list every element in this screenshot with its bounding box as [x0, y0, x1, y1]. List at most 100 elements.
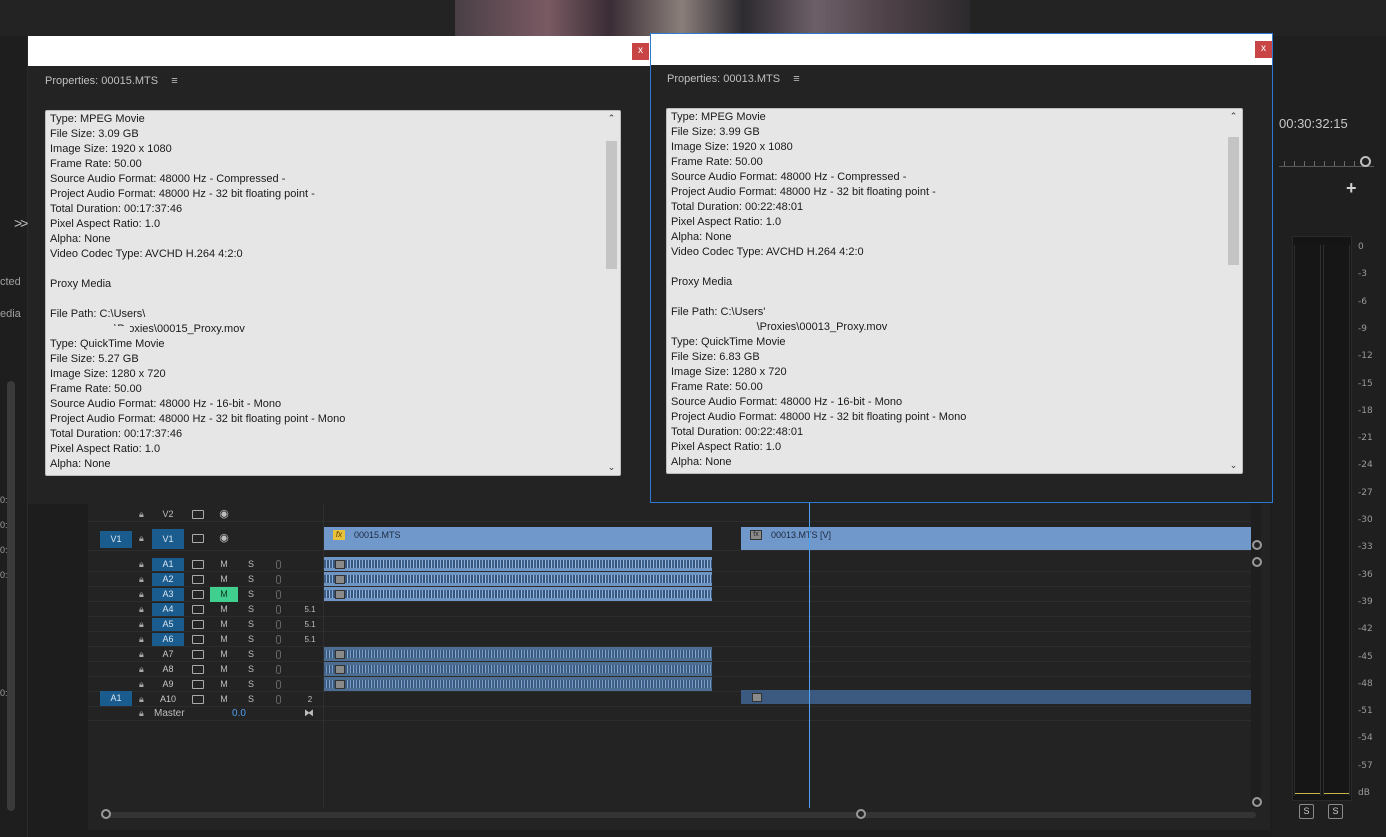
solo-button[interactable]: S [243, 692, 259, 707]
playhead-timecode[interactable]: 00:30:32:15 [1279, 116, 1348, 131]
mute-button[interactable]: M [210, 572, 238, 587]
properties-text[interactable]: Type: MPEG Movie File Size: 3.09 GB Image … [45, 110, 621, 476]
scroll-up-icon[interactable]: ⌃ [607, 114, 616, 123]
sync-lock-icon[interactable] [192, 534, 204, 543]
track-target-a7[interactable]: A7 [152, 648, 184, 661]
video-clip-00015[interactable]: fx 00015.MTS [324, 527, 712, 550]
sync-lock-icon[interactable] [192, 665, 204, 674]
source-patch-a1[interactable]: A1 [100, 691, 132, 706]
solo-button[interactable]: S [243, 677, 259, 692]
sync-lock-icon[interactable] [192, 635, 204, 644]
zoom-handle[interactable] [1360, 156, 1371, 167]
solo-button[interactable]: S [243, 587, 259, 602]
meter-solo-left-button[interactable]: S [1299, 804, 1314, 819]
track-target-a6[interactable]: A6 [152, 633, 184, 646]
audio-clip-a1[interactable] [324, 557, 712, 571]
lock-icon[interactable]: 🔒︎ [139, 694, 144, 705]
scroll-handle-left[interactable] [101, 809, 111, 819]
track-target-a4[interactable]: A4 [152, 603, 184, 616]
solo-button[interactable]: S [243, 602, 259, 617]
audio-clip-a3[interactable] [324, 587, 712, 601]
sync-lock-icon[interactable] [192, 590, 204, 599]
solo-button[interactable]: S [243, 632, 259, 647]
voiceover-mic-icon[interactable] [276, 665, 281, 674]
scroll-handle[interactable] [1252, 557, 1262, 567]
voiceover-mic-icon[interactable] [276, 605, 281, 614]
scroll-thumb[interactable] [1228, 137, 1239, 265]
sync-lock-icon[interactable] [192, 560, 204, 569]
sync-lock-icon[interactable] [192, 575, 204, 584]
track-target-a9[interactable]: A9 [152, 678, 184, 691]
track-target-v1[interactable]: V1 [152, 529, 184, 549]
close-button[interactable]: x [632, 43, 649, 60]
properties-text[interactable]: Type: MPEG Movie File Size: 3.99 GB Image … [666, 108, 1243, 474]
solo-button[interactable]: S [243, 572, 259, 587]
timeline-horizontal-scrollbar[interactable] [101, 809, 1256, 819]
track-target-a5[interactable]: A5 [152, 618, 184, 631]
mute-button[interactable]: M [210, 557, 238, 572]
mute-button[interactable]: M [210, 677, 238, 692]
sync-lock-icon[interactable] [192, 680, 204, 689]
track-label[interactable]: V2 [152, 507, 184, 522]
eye-icon[interactable]: ◉ [216, 507, 232, 522]
sync-lock-icon[interactable] [192, 510, 204, 519]
go-to-end-icon[interactable]: ⧓ [302, 706, 316, 721]
lock-icon[interactable]: 🔒︎ [139, 604, 144, 615]
solo-button[interactable]: S [243, 617, 259, 632]
track-target-a1[interactable]: A1 [152, 558, 184, 571]
audio-clip-a9[interactable] [324, 677, 712, 691]
panel-menu-icon[interactable]: ≡ [171, 75, 177, 87]
voiceover-mic-icon[interactable] [276, 635, 281, 644]
voiceover-mic-icon[interactable] [276, 620, 281, 629]
lock-icon[interactable]: 🔒︎ [139, 679, 144, 690]
voiceover-mic-icon[interactable] [276, 590, 281, 599]
scroll-thumb[interactable] [606, 141, 617, 269]
scroll-handle[interactable] [1252, 797, 1262, 807]
audio-clip-a8[interactable] [324, 662, 712, 676]
track-target-a3[interactable]: A3 [152, 588, 184, 601]
solo-button[interactable]: S [243, 662, 259, 677]
scroll-down-icon[interactable]: ⌄ [1229, 461, 1238, 470]
meter-solo-right-button[interactable]: S [1328, 804, 1343, 819]
voiceover-mic-icon[interactable] [276, 560, 281, 569]
solo-button[interactable]: S [243, 557, 259, 572]
dialog-titlebar[interactable] [28, 36, 650, 66]
scroll-handle[interactable] [1252, 540, 1262, 550]
dialog-titlebar[interactable] [651, 34, 1272, 65]
audio-clip-a7[interactable] [324, 647, 712, 661]
mute-button[interactable]: M [210, 602, 238, 617]
panel-menu-icon[interactable]: ≡ [793, 73, 799, 85]
lock-icon[interactable]: 🔒︎ [139, 559, 144, 570]
voiceover-mic-icon[interactable] [276, 680, 281, 689]
mute-button[interactable]: M [210, 662, 238, 677]
lock-icon[interactable]: 🔒︎ [139, 589, 144, 600]
add-button[interactable]: + [1346, 178, 1357, 199]
mute-button[interactable]: M [210, 647, 238, 662]
mute-button[interactable]: M [210, 587, 238, 602]
audio-clip-a10[interactable] [741, 690, 1251, 704]
lock-icon[interactable]: 🔒︎ [139, 574, 144, 585]
lock-icon[interactable]: 🔒︎ [139, 649, 144, 660]
sync-lock-icon[interactable] [192, 620, 204, 629]
video-clip-00013[interactable]: fx 00013.MTS [V] [741, 527, 1251, 550]
sync-lock-icon[interactable] [192, 695, 204, 704]
playhead-line[interactable] [809, 500, 810, 808]
voiceover-mic-icon[interactable] [276, 575, 281, 584]
scroll-down-icon[interactable]: ⌄ [607, 463, 616, 472]
scroll-up-icon[interactable]: ⌃ [1229, 112, 1238, 121]
lock-icon[interactable]: 🔒︎ [139, 634, 144, 645]
vertical-scrollbar[interactable]: ⌃ ⌄ [1225, 109, 1242, 473]
solo-button[interactable]: S [243, 647, 259, 662]
track-target-a2[interactable]: A2 [152, 573, 184, 586]
voiceover-mic-icon[interactable] [276, 650, 281, 659]
lock-icon[interactable]: 🔒︎ [139, 664, 144, 675]
lock-icon[interactable]: 🔒︎ [139, 619, 144, 630]
source-patch-v1[interactable]: V1 [100, 531, 132, 548]
eye-icon[interactable]: ◉ [216, 531, 232, 546]
audio-clip-a2[interactable] [324, 572, 712, 586]
lock-icon[interactable]: 🔒︎ [139, 509, 144, 520]
lock-icon[interactable]: 🔒︎ [139, 708, 144, 719]
track-target-a8[interactable]: A8 [152, 663, 184, 676]
expand-panels-icon[interactable]: >> [14, 215, 28, 231]
project-panel-scrollbar[interactable] [7, 381, 15, 811]
